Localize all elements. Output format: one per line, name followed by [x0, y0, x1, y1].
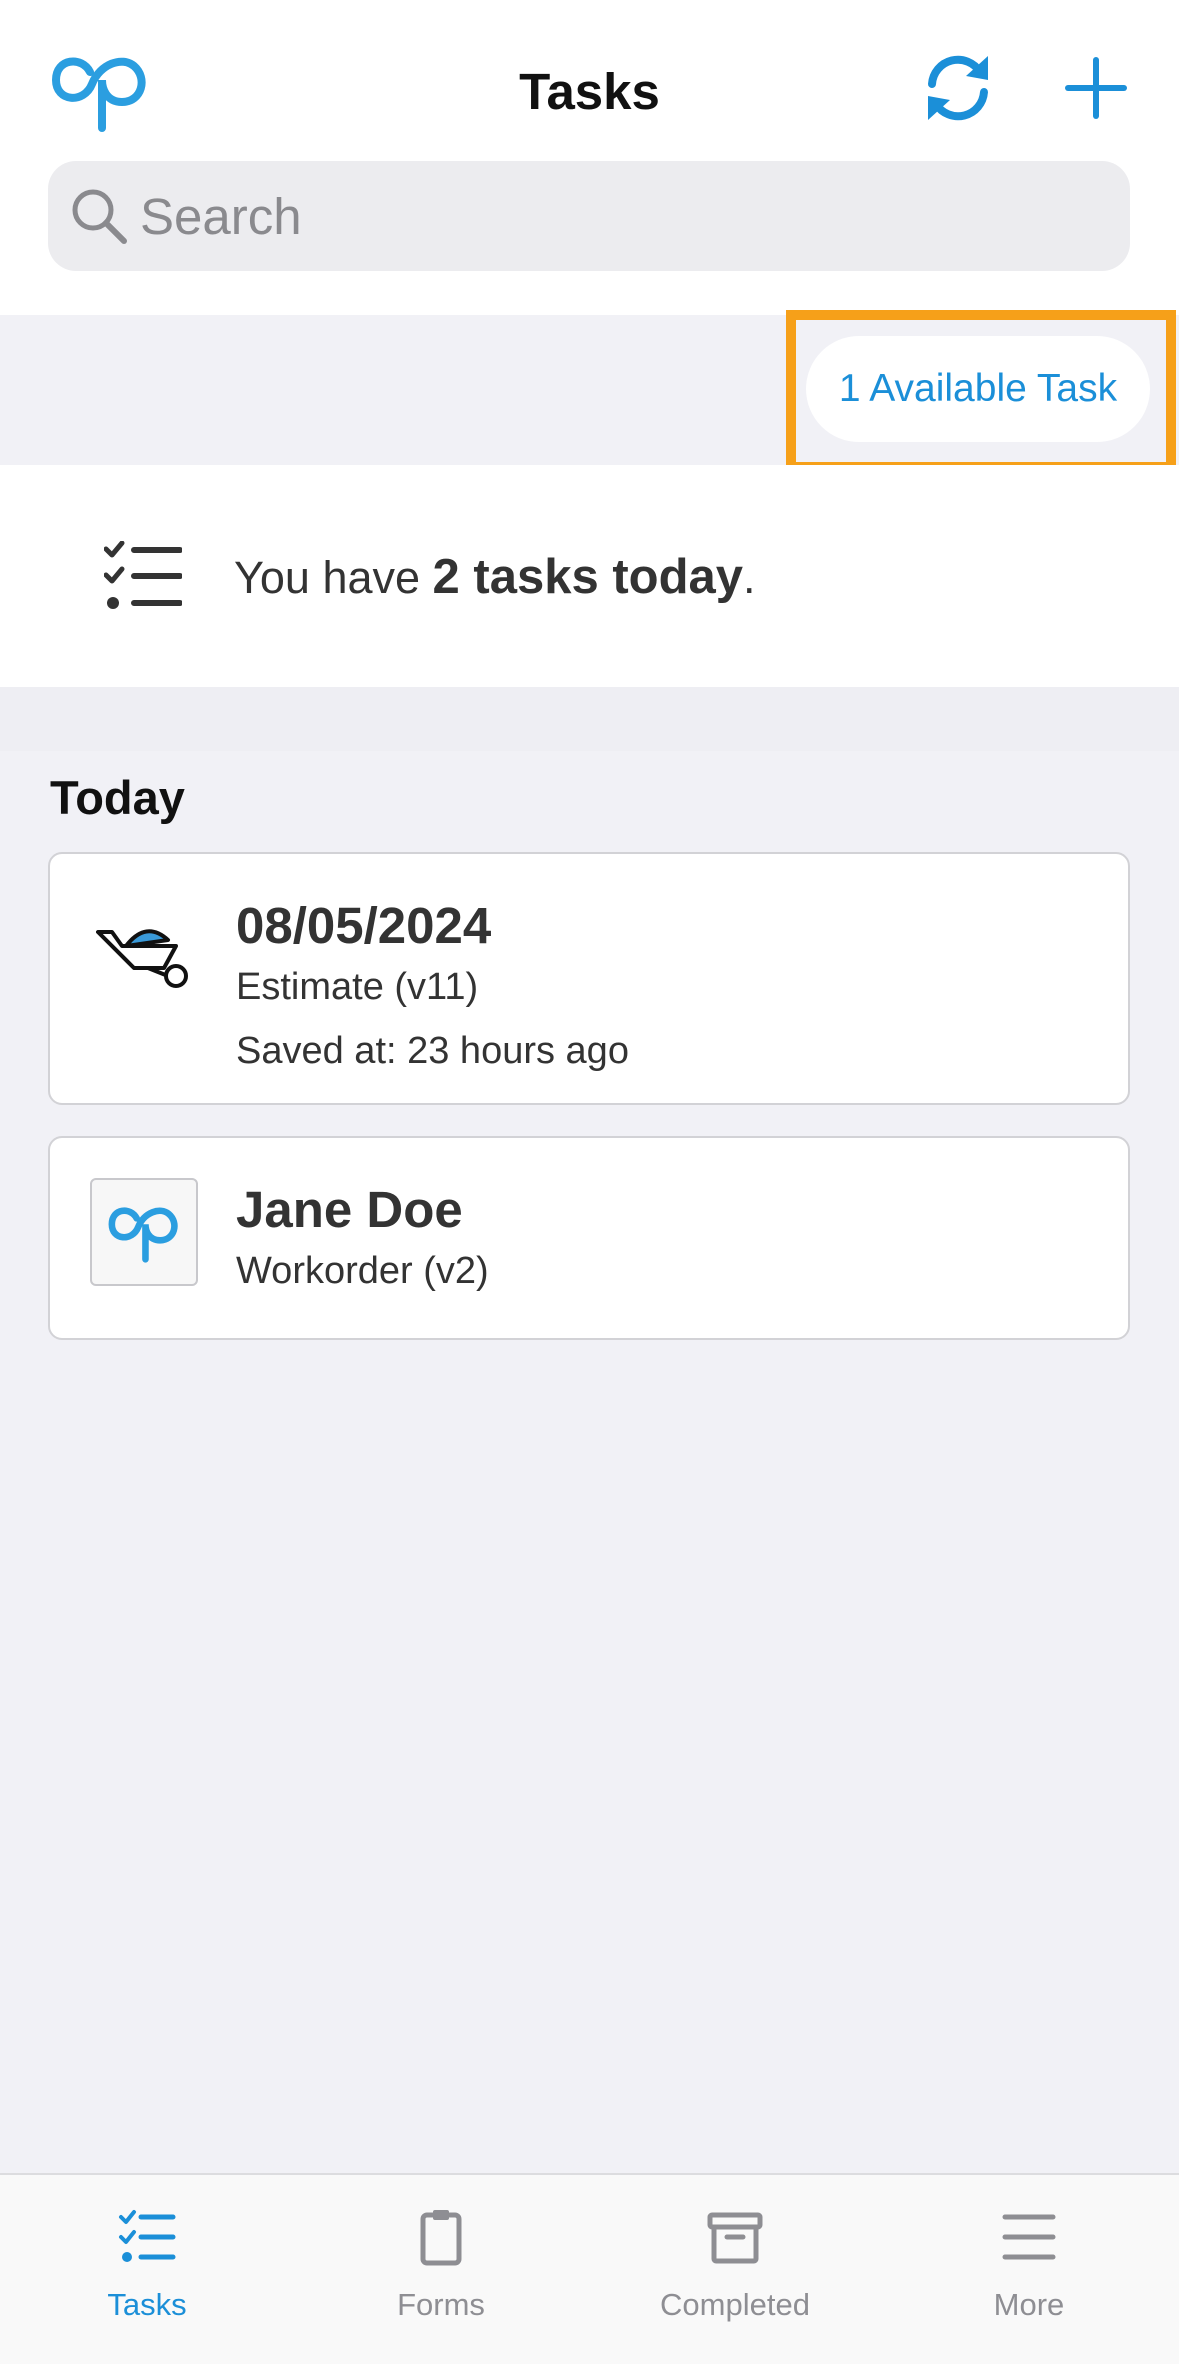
- header: Tasks: [0, 0, 1179, 315]
- task-form: Workorder (v2): [236, 1250, 489, 1292]
- menu-icon: [1002, 2214, 1056, 2260]
- tab-forms[interactable]: Forms: [294, 2175, 588, 2364]
- tab-label: Tasks: [107, 2287, 187, 2322]
- add-icon[interactable]: [1060, 52, 1132, 124]
- archive-icon: [707, 2212, 763, 2264]
- search-icon: [72, 189, 127, 244]
- section-divider: [0, 687, 1179, 751]
- section-title: Today: [50, 771, 185, 824]
- clipboard-icon: [420, 2210, 462, 2266]
- tab-tasks[interactable]: Tasks: [0, 2175, 294, 2364]
- search-bar[interactable]: [48, 161, 1130, 271]
- refresh-icon[interactable]: [918, 48, 998, 128]
- task-saved-time: Saved at: 23 hours ago: [236, 1030, 629, 1072]
- page-title: Tasks: [519, 63, 660, 120]
- task-count: 2 tasks today: [432, 550, 744, 604]
- available-task-button[interactable]: 1 Available Task: [806, 336, 1150, 442]
- task-title: Jane Doe: [236, 1181, 463, 1238]
- task-form: Estimate (v11): [236, 966, 479, 1008]
- summary-text: You have 2 tasks today.: [234, 550, 756, 604]
- tab-label: Completed: [660, 2287, 810, 2322]
- tasks-screen: Tasks 1 Available Task: [0, 0, 1179, 2364]
- tab-label: More: [993, 2287, 1065, 2322]
- tab-more[interactable]: More: [882, 2175, 1176, 2364]
- task-card[interactable]: Jane Doe Workorder (v2): [48, 1136, 1130, 1340]
- task-logo: [90, 1178, 198, 1286]
- tab-completed[interactable]: Completed: [588, 2175, 882, 2364]
- wheelbarrow-icon: [96, 929, 188, 988]
- app-logo-icon: [108, 1207, 178, 1263]
- search-input[interactable]: [140, 161, 1100, 271]
- task-summary: You have 2 tasks today.: [0, 465, 1179, 687]
- tab-bar: Tasks Forms Completed More: [0, 2173, 1179, 2364]
- task-card[interactable]: 08/05/2024 Estimate (v11) Saved at: 23 h…: [48, 852, 1130, 1105]
- task-title: 08/05/2024: [236, 897, 492, 954]
- checklist-icon: [104, 541, 182, 609]
- tab-label: Forms: [397, 2287, 485, 2322]
- tasks-icon: [119, 2210, 176, 2262]
